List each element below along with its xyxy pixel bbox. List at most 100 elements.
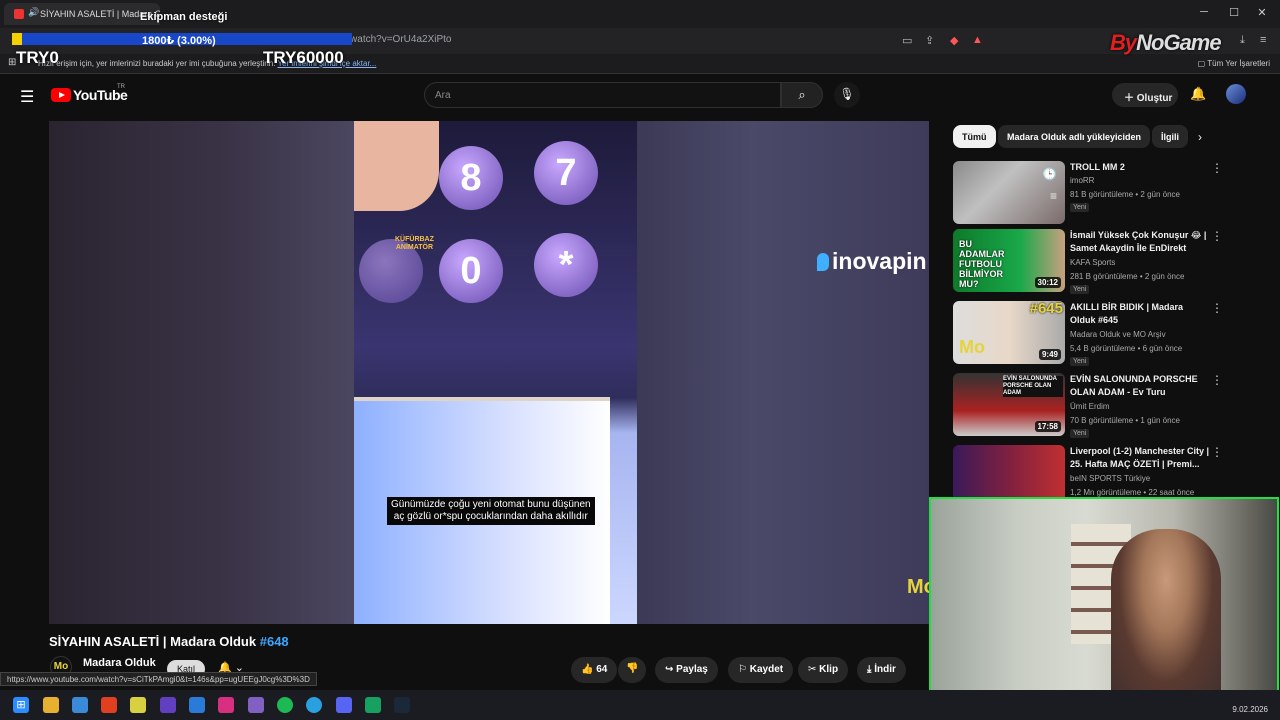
rec-title[interactable]: AKILLI BİR BIDIK | Madara Olduk #645 [1070,301,1210,327]
spotify-icon[interactable] [277,697,293,713]
rec-channel[interactable]: Ümit Erdim [1070,402,1110,411]
create-button[interactable]: ＋ Oluştur [1112,83,1178,107]
more-options-icon[interactable]: ⋮ [1211,373,1223,387]
share-label: Paylaş [676,664,708,675]
search-icon: ⌕ [798,87,806,102]
app-icon[interactable] [130,697,146,713]
search-input[interactable]: Ara [424,82,781,108]
donation-goal-widget: Ekipman desteği 1800₺ (3.00%) TRY0 TRY60… [0,8,352,67]
save-button[interactable]: ⚐ Kaydet [728,657,794,683]
thumb-text: BU ADAMLAR FUTBOLU BİLMİYOR MU? [959,239,1005,289]
chip-uploader[interactable]: Madara Olduk adlı yükleyiciden [998,125,1151,148]
minimize-icon[interactable]: ─ [1194,6,1214,18]
recommendation-item[interactable]: BU ADAMLAR FUTBOLU BİLMİYOR MU? 30:12 İs… [953,229,1273,295]
close-window-icon[interactable]: ✕ [1252,6,1272,19]
more-options-icon[interactable]: ⋮ [1211,161,1223,175]
share-button[interactable]: ↪ Paylaş [655,657,718,683]
rec-title[interactable]: EVİN SALONUNDA PORSCHE OLAN ADAM - Ev Tu… [1070,373,1210,399]
brand-rest: NoGame [1136,30,1221,55]
watch-later-icon[interactable]: 🕒 [1042,167,1057,181]
region-code: TR [117,84,125,90]
steam-icon[interactable] [394,697,410,713]
video-thumbnail[interactable]: #645 Mo 9:49 [953,301,1065,364]
telegram-icon[interactable] [306,697,322,713]
visual-studio-icon[interactable] [160,697,176,713]
finger-shape [354,121,439,211]
clip-label: Klip [819,664,839,675]
rec-channel[interactable]: KAFA Sports [1070,258,1115,267]
vscode-icon[interactable] [189,697,205,713]
rec-meta: 70 B görüntüleme • 1 gün önce [1070,416,1180,425]
all-bookmarks-button[interactable]: ▢ Tüm Yer İşaretleri [1198,59,1270,68]
more-options-icon[interactable]: ⋮ [1211,301,1223,315]
instagram-icon[interactable] [218,697,234,713]
browser-menu-icon[interactable]: ≡ [1260,34,1266,46]
keypad-key-star: * [534,233,598,297]
rec-meta: 1,2 Mn görüntüleme • 22 saat önce [1070,488,1195,497]
recommendation-item[interactable]: #645 Mo 9:49 AKILLI BİR BIDIK | Madara O… [953,301,1273,367]
like-button[interactable]: 👍 64 [571,657,618,683]
add-to-queue-icon[interactable]: ≡ [1050,189,1057,203]
share-icon[interactable]: ⇪ [925,34,934,47]
rec-channel[interactable]: beIN SPORTS Türkiye [1070,474,1150,483]
chevron-right-icon[interactable]: › [1198,130,1202,144]
chip-all[interactable]: Tümü [953,125,996,148]
recommendation-item[interactable]: 🕒 ≡ TROLL MM 2 imoRR 81 B görüntüleme • … [953,161,1273,227]
clip-button[interactable]: ✂ Klip [798,657,849,683]
video-thumbnail[interactable]: BU ADAMLAR FUTBOLU BİLMİYOR MU? 30:12 [953,229,1065,292]
save-label: Kaydet [749,664,784,675]
rec-channel[interactable]: Madara Olduk ve MO Arşiv [1070,330,1166,339]
hamburger-menu-icon[interactable]: ☰ [20,87,34,107]
rec-meta: 5,4 B görüntüleme • 6 gün önce [1070,344,1183,353]
rec-title[interactable]: İsmail Yüksek Çok Konuşur 😂 | Samet Akay… [1070,229,1210,255]
pen-tool-icon[interactable] [248,697,264,713]
rec-title[interactable]: Liverpool (1-2) Manchester City | 25. Ha… [1070,445,1210,471]
download-button[interactable]: ⤓ İndir [857,657,906,683]
thumbs-up-icon: 👍 [581,664,597,675]
whatsapp-icon[interactable] [365,697,381,713]
search-button[interactable]: ⌕ [781,82,823,108]
photos-icon[interactable] [72,697,88,713]
channel-name[interactable]: Madara Olduk [83,657,156,669]
windows-start-icon[interactable]: ⊞ [13,697,29,713]
more-options-icon[interactable]: ⋮ [1211,445,1223,459]
brave-rewards-icon[interactable]: ▲ [972,34,983,46]
rec-new-badge: Yeni [1070,285,1090,294]
recommendation-item[interactable]: EVİN SALONUNDA PORSCHE OLAN ADAM 17:58 E… [953,373,1273,439]
video-subtitle: Günümüzde çoğu yeni otomat bunu düşünen … [387,497,595,525]
rec-meta: 281 B görüntüleme • 2 gün önce [1070,272,1185,281]
video-player[interactable]: 8 7 0 * KÜFÜRBAZ ANİMATÖR inovapin Günüm… [49,121,929,624]
pin-icon [817,253,829,271]
notifications-bell-icon[interactable]: 🔔 [1190,86,1206,102]
maximize-icon[interactable]: ☐ [1224,6,1244,19]
brave-browser-icon[interactable] [101,697,117,713]
download-label: İndir [874,664,896,675]
sponsor-logo: inovapin [817,248,927,275]
all-bookmarks-label: Tüm Yer İşaretleri [1207,59,1270,68]
bookmarks-bar: ⊞ Hızlı erişim için, yer imlerinizi bura… [0,54,1280,74]
account-avatar[interactable] [1226,84,1246,104]
downloads-icon[interactable]: ⤓ [1240,34,1245,47]
chip-related[interactable]: İlgili [1152,125,1188,148]
video-thumbnail[interactable]: EVİN SALONUNDA PORSCHE OLAN ADAM 17:58 [953,373,1065,436]
voice-search-button[interactable]: 🎙 [834,82,860,108]
sponsor-text: inovapin [832,248,927,274]
recommendation-item[interactable]: Liverpool (1-2) Manchester City | 25. Ha… [953,445,1273,497]
subtitle-line1: Günümüzde çoğu yeni otomat bunu düşünen [391,499,591,510]
rec-title[interactable]: TROLL MM 2 [1070,161,1210,174]
keypad-key-7: 7 [534,141,598,205]
video-hashtag[interactable]: #648 [260,634,289,649]
discord-icon[interactable] [336,697,352,713]
keypad-key-8: 8 [439,146,503,210]
rec-channel[interactable]: imoRR [1070,176,1094,185]
file-explorer-icon[interactable] [43,697,59,713]
taskbar-date: 9.02.2026 [1232,705,1268,714]
cast-icon[interactable]: ▭ [902,34,912,47]
status-bar-url: https://www.youtube.com/watch?v=sCiTkPAm… [0,672,317,686]
youtube-play-icon [51,88,71,102]
video-thumbnail[interactable] [953,445,1065,497]
dislike-button[interactable]: 👎 [618,657,647,683]
video-thumbnail[interactable]: 🕒 ≡ [953,161,1065,224]
more-options-icon[interactable]: ⋮ [1211,229,1223,243]
brave-shield-icon[interactable]: ◆ [950,34,958,47]
